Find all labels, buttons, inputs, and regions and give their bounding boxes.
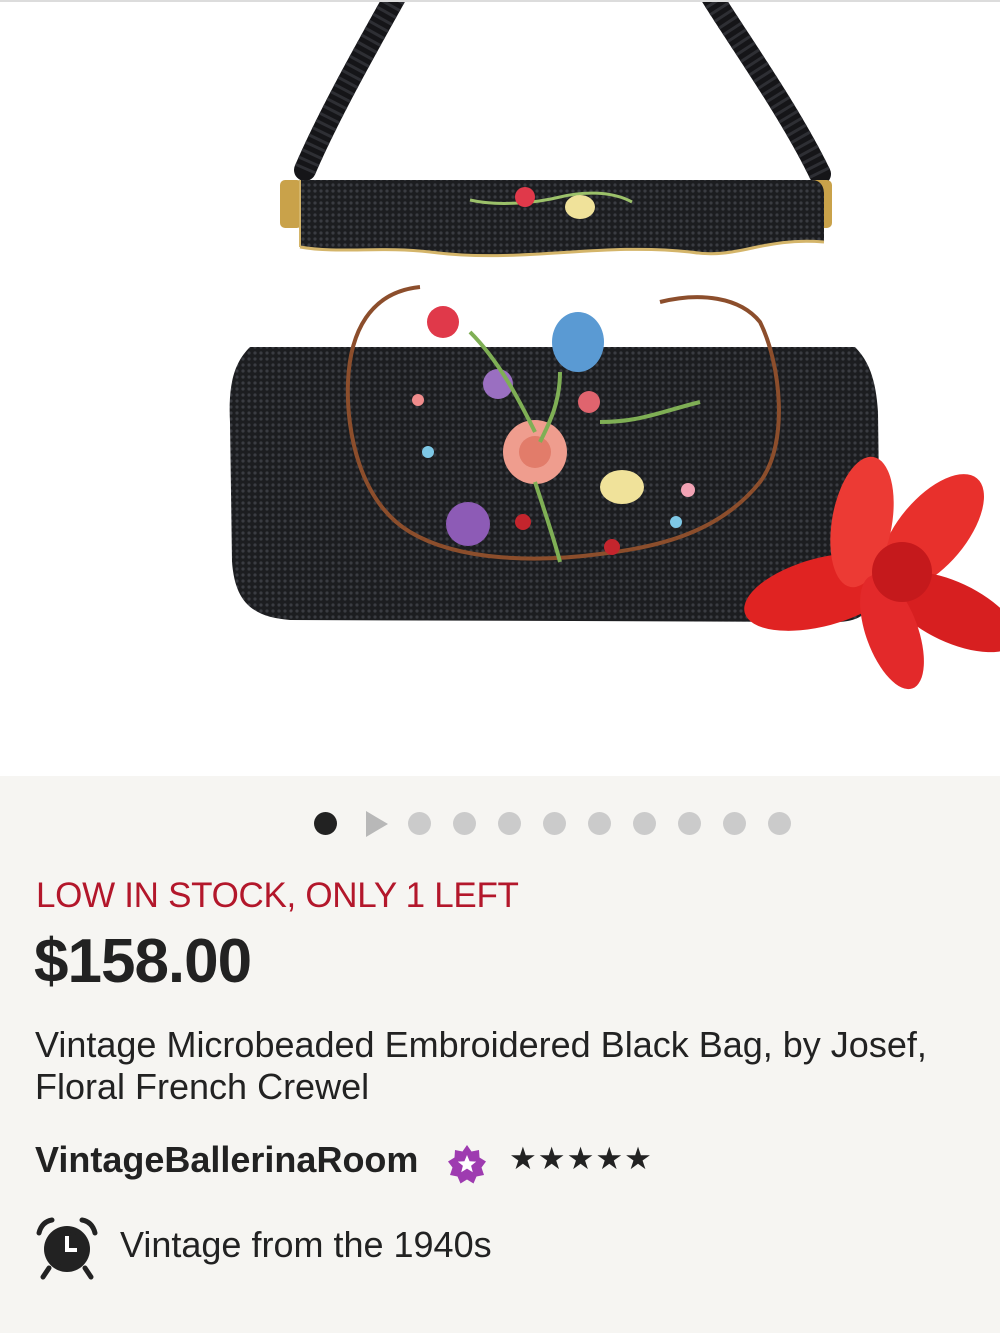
carousel-dot-8[interactable] <box>633 812 656 835</box>
carousel-dot-11[interactable] <box>768 812 791 835</box>
carousel-dot-5[interactable] <box>498 812 521 835</box>
vintage-info: Vintage from the 1940s <box>35 1214 995 1280</box>
shop-name-link[interactable]: VintageBallerinaRoom <box>35 1139 418 1181</box>
video-play-icon[interactable] <box>366 811 388 837</box>
carousel-dot-9[interactable] <box>678 812 701 835</box>
carousel-dot-1[interactable] <box>314 812 337 835</box>
product-price: $158.00 <box>34 927 252 996</box>
product-title-line-2: Floral French Crewel <box>35 1066 370 1107</box>
star-seller-badge-icon <box>448 1145 486 1184</box>
carousel-dot-6[interactable] <box>543 812 566 835</box>
vintage-era-text: Vintage from the 1940s <box>120 1224 492 1265</box>
carousel-dot-10[interactable] <box>723 812 746 835</box>
rating-stars[interactable]: ★★★★★ <box>509 1141 653 1177</box>
stock-notice: LOW IN STOCK, ONLY 1 LEFT <box>36 876 519 915</box>
product-title: Vintage Microbeaded Embroidered Black Ba… <box>35 1024 1000 1108</box>
carousel-dot-4[interactable] <box>453 812 476 835</box>
alarm-clock-icon <box>36 1217 98 1280</box>
image-carousel-indicator[interactable] <box>0 810 1000 838</box>
carousel-dot-7[interactable] <box>588 812 611 835</box>
carousel-dot-3[interactable] <box>408 812 431 835</box>
handbag-illustration <box>229 2 1000 690</box>
product-title-line-1: Vintage Microbeaded Embroidered Black Ba… <box>35 1024 927 1065</box>
shop-info[interactable]: VintageBallerinaRoom ★★★★★ <box>35 1136 995 1186</box>
product-image[interactable] <box>0 2 1000 776</box>
